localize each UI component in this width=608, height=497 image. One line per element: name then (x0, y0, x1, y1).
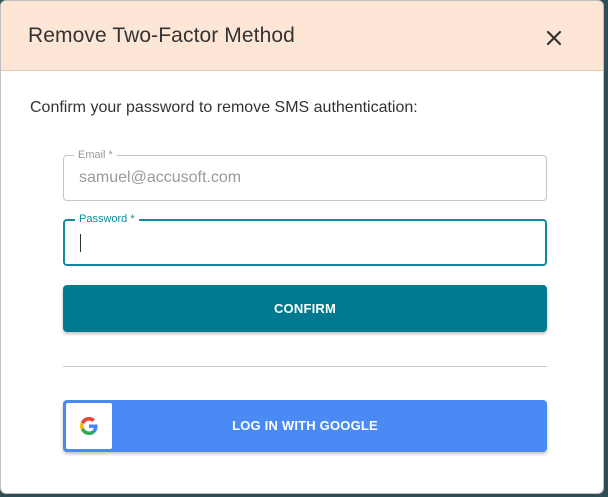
password-label: Password * (75, 212, 139, 226)
divider (63, 366, 547, 367)
email-value: samuel@accusoft.com (79, 169, 242, 186)
google-logo-box (66, 403, 112, 449)
email-field[interactable]: Email * samuel@accusoft.com (63, 148, 547, 201)
google-logo-icon (80, 417, 98, 435)
text-caret (80, 234, 81, 252)
confirm-button[interactable]: CONFIRM (63, 285, 547, 332)
close-icon[interactable] (541, 25, 567, 51)
email-label: Email * (74, 148, 117, 162)
instruction-text: Confirm your password to remove SMS auth… (30, 99, 418, 116)
dialog-header: Remove Two-Factor Method (1, 1, 603, 71)
google-login-label: LOG IN WITH GOOGLE (232, 418, 378, 433)
remove-two-factor-dialog: Remove Two-Factor Method Confirm your pa… (0, 0, 604, 494)
password-field[interactable]: Password * (63, 212, 547, 266)
google-login-button[interactable]: LOG IN WITH GOOGLE (63, 400, 547, 452)
dialog-title: Remove Two-Factor Method (28, 24, 295, 47)
password-input[interactable] (79, 230, 533, 258)
